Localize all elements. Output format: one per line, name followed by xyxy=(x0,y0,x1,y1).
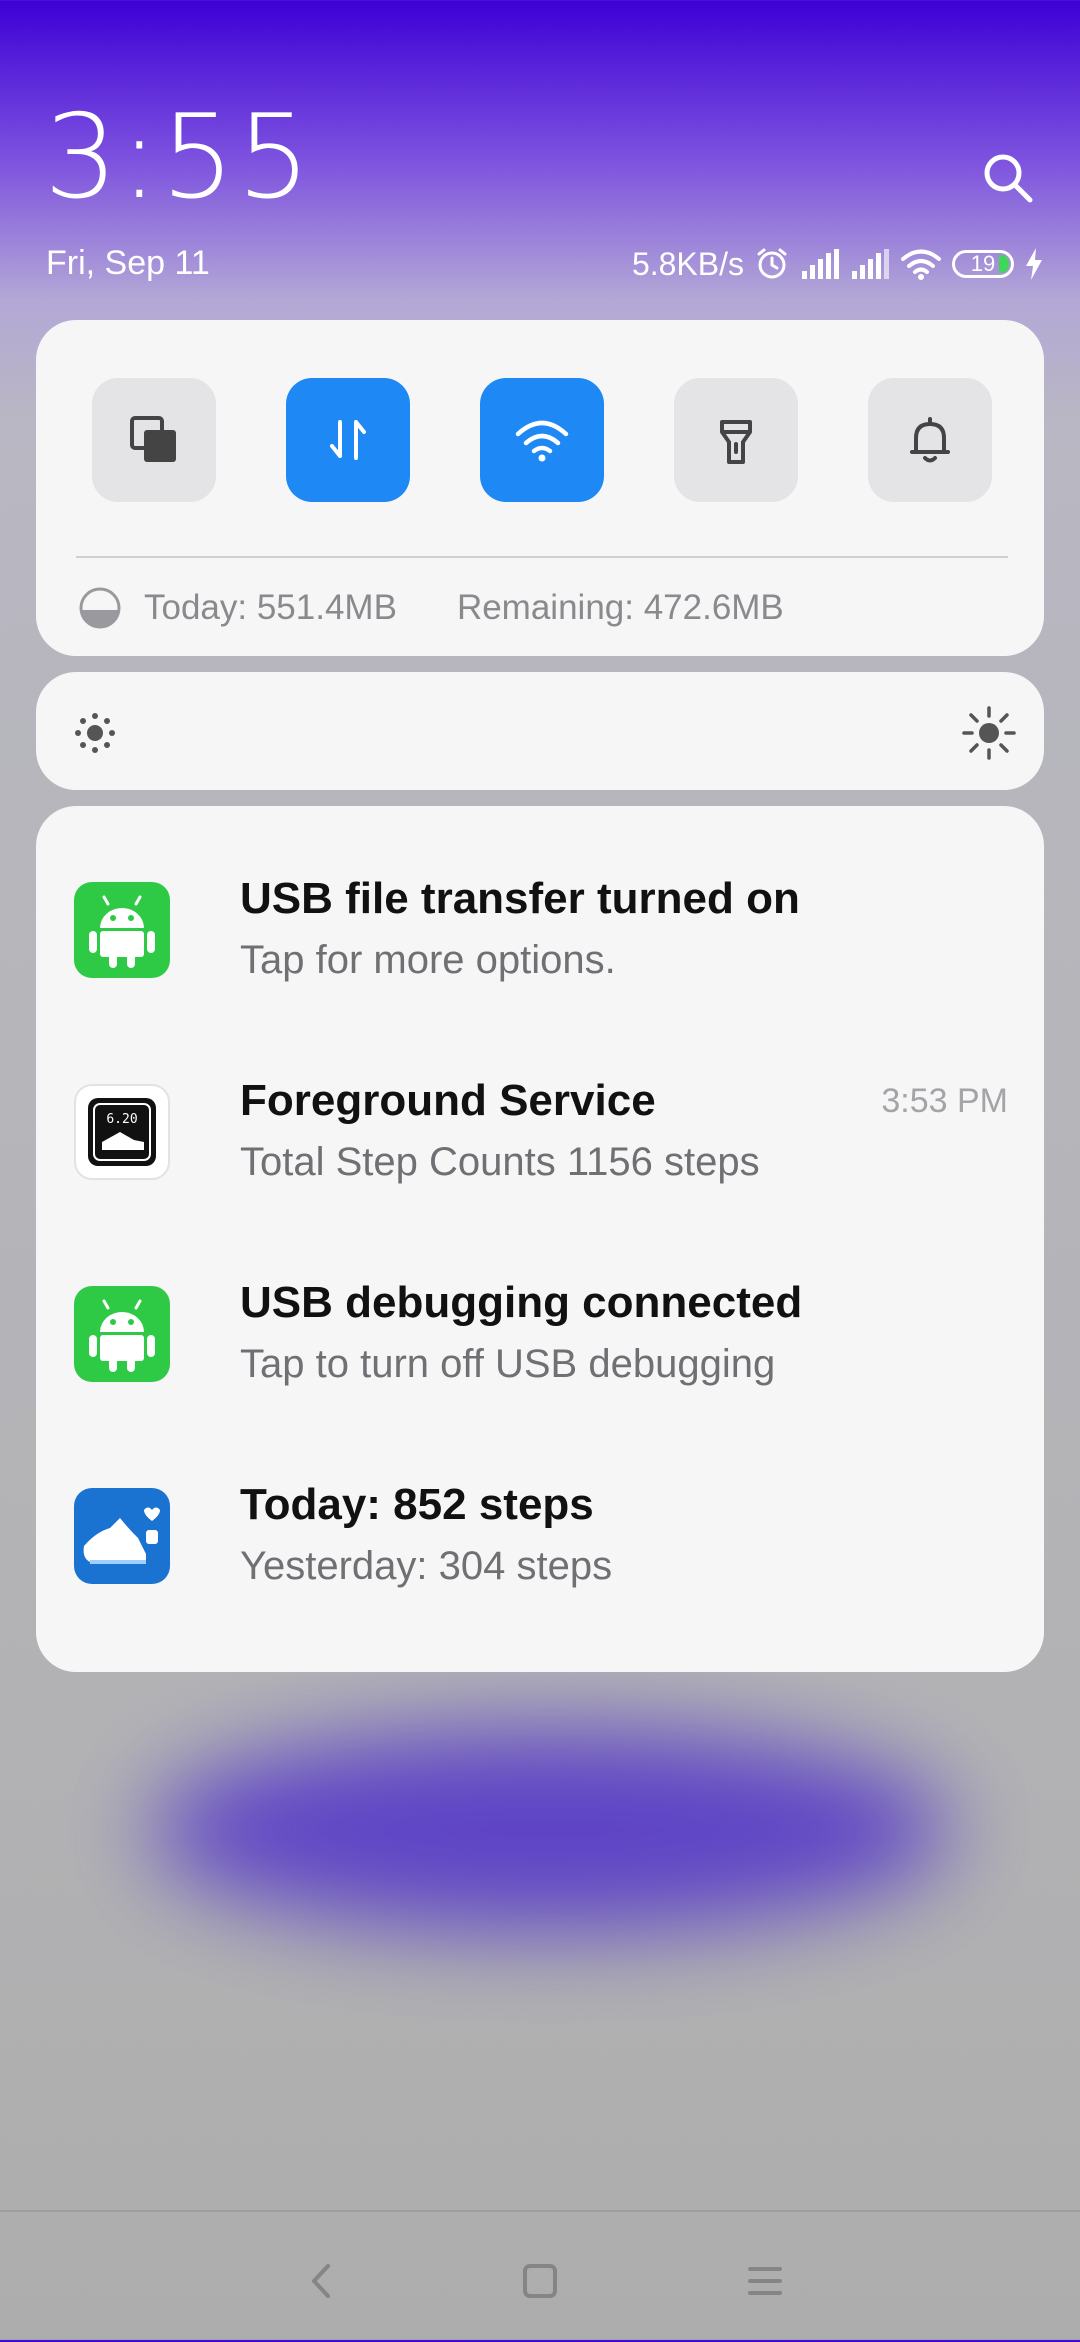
recents-icon[interactable] xyxy=(740,2256,790,2306)
alarm-icon xyxy=(757,248,787,279)
screenshot-icon xyxy=(130,416,176,462)
step-counter-icon: 6.20 xyxy=(74,1084,170,1180)
network-speed: 5.8KB/s xyxy=(631,245,744,282)
signal-icon xyxy=(852,249,889,279)
remaining-data: Remaining: 472.6MB xyxy=(456,588,784,627)
background-blur xyxy=(150,1730,950,1930)
svg-text:6.20: 6.20 xyxy=(106,1112,137,1127)
date[interactable]: Fri, Sep 11 xyxy=(46,244,210,283)
bell-icon xyxy=(910,417,950,463)
signal-icon xyxy=(802,249,839,279)
flashlight-icon xyxy=(720,420,752,464)
brightness-low-icon xyxy=(75,713,115,753)
mobile-data-tile[interactable] xyxy=(286,378,410,502)
notification-title: USB debugging connected xyxy=(240,1278,803,1327)
android-icon xyxy=(74,1286,170,1382)
mobile-data-icon xyxy=(330,420,366,460)
notification-body: Total Step Counts 1156 steps xyxy=(240,1140,760,1184)
today-usage: Today: 551.4MB xyxy=(144,588,397,627)
data-usage-icon xyxy=(79,587,121,629)
notification-time: 3:53 PM xyxy=(881,1082,1008,1120)
wifi-tile[interactable] xyxy=(480,378,604,502)
wifi-icon xyxy=(515,420,569,462)
status-bar: 5.8KB/s 19 xyxy=(632,244,1044,284)
android-icon xyxy=(74,882,170,978)
data-usage[interactable]: Today: 551.4MB Remaining: 472.6MB xyxy=(78,586,784,630)
screenshot-tile[interactable] xyxy=(92,378,216,502)
home-icon[interactable] xyxy=(515,2256,565,2306)
notification-list: USB file transfer turned on Tap for more… xyxy=(36,806,1044,1672)
notification-body: Yesterday: 304 steps xyxy=(240,1544,613,1588)
battery-icon: 19 xyxy=(952,250,1014,278)
wifi-icon xyxy=(901,249,941,280)
brightness-high-icon xyxy=(962,706,1016,760)
notification-body: Tap for more options. xyxy=(240,938,616,982)
brightness-slider[interactable] xyxy=(36,672,1044,790)
notification-body: Tap to turn off USB debugging xyxy=(240,1342,776,1386)
notification-usb-file-transfer[interactable]: USB file transfer turned on Tap for more… xyxy=(74,874,1008,984)
notification-title: Foreground Service xyxy=(240,1076,656,1125)
flashlight-tile[interactable] xyxy=(674,378,798,502)
navigation-bar xyxy=(0,2210,1080,2342)
divider xyxy=(76,556,1008,558)
sound-tile[interactable] xyxy=(868,378,992,502)
quick-settings-panel: Today: 551.4MB Remaining: 472.6MB xyxy=(36,320,1044,656)
pedometer-icon xyxy=(74,1488,170,1584)
battery-level: 19 xyxy=(970,251,996,276)
back-icon[interactable] xyxy=(296,2256,346,2306)
notification-usb-debugging[interactable]: USB debugging connected Tap to turn off … xyxy=(74,1278,1008,1388)
clock[interactable]: 3:55 xyxy=(44,100,313,216)
notification-title: USB file transfer turned on xyxy=(240,874,800,923)
notification-foreground-service[interactable]: 6.20 Foreground Service Total Step Count… xyxy=(74,1076,1008,1186)
charging-icon xyxy=(1026,248,1042,280)
notification-step-count[interactable]: Today: 852 steps Yesterday: 304 steps xyxy=(74,1480,1008,1590)
search-icon[interactable] xyxy=(980,150,1036,206)
notification-title: Today: 852 steps xyxy=(240,1480,594,1529)
